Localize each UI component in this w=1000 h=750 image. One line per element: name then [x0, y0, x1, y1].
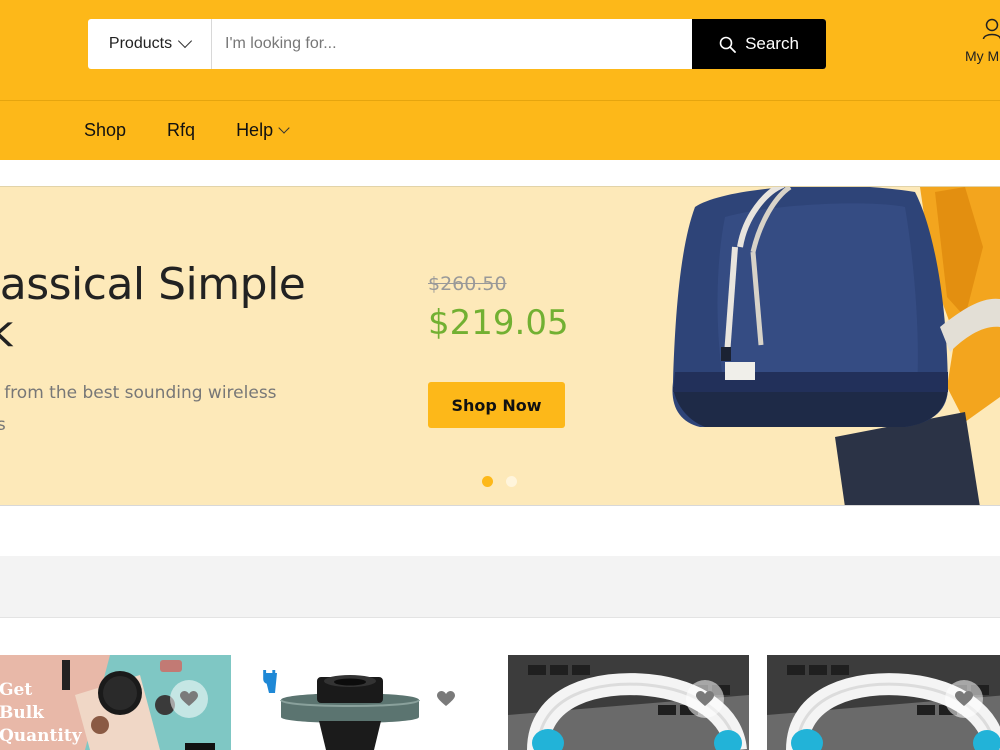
category-select[interactable]: Products: [88, 19, 212, 69]
user-icon: [982, 18, 1000, 40]
heart-icon: [955, 691, 973, 706]
main-nav: Shop Rfq Help: [0, 100, 1000, 160]
search-button[interactable]: Search: [692, 19, 826, 69]
page: Products Search My M Shop: [0, 0, 1000, 750]
product-card[interactable]: [508, 655, 749, 750]
product-banner-text: Get Bulk Quantity: [0, 680, 82, 746]
nav-item-label: Shop: [84, 120, 127, 140]
section-divider-band: [0, 556, 1000, 618]
nav-item-label: Help: [236, 120, 274, 140]
wishlist-button[interactable]: [427, 680, 465, 718]
nav-item-help[interactable]: Help: [236, 120, 290, 141]
wishlist-button[interactable]: [170, 680, 208, 718]
wishlist-button[interactable]: [945, 680, 983, 718]
shop-now-button[interactable]: Shop Now: [428, 382, 565, 428]
account-label: My M: [965, 48, 1000, 64]
hero-title: lassical Simple k: [0, 259, 306, 355]
product-card[interactable]: [767, 655, 1000, 750]
top-header: Products Search My M: [0, 0, 1000, 100]
backpack-image: [672, 187, 1000, 505]
search-bar: Products Search: [88, 19, 826, 69]
search-icon: [719, 36, 736, 53]
chevron-down-icon: [278, 122, 290, 134]
nav-item-label: Rfq: [167, 120, 196, 140]
product-card[interactable]: Get Bulk Quantity: [0, 655, 231, 750]
nav-item-rfq[interactable]: Rfq: [167, 120, 195, 141]
product-card[interactable]: U: [249, 655, 490, 750]
search-input[interactable]: [212, 19, 692, 69]
heart-icon: [180, 691, 198, 706]
account-link[interactable]: My M: [962, 18, 1000, 68]
slider-dot[interactable]: [506, 476, 517, 487]
slider-dot-active[interactable]: [482, 476, 493, 487]
sale-price: $219.05: [428, 303, 569, 343]
search-button-label: Search: [745, 34, 799, 53]
heart-icon: [437, 691, 455, 706]
old-price: $260.50: [428, 273, 507, 295]
wishlist-button[interactable]: [686, 680, 724, 718]
category-select-label: Products: [108, 35, 173, 52]
hero-description: d from the best sounding wireless ss: [0, 383, 277, 435]
chevron-down-icon: [177, 33, 193, 49]
nav-item-shop[interactable]: Shop: [84, 120, 126, 141]
hero-slider: lassical Simple k d from the best soundi…: [0, 186, 1000, 506]
heart-icon: [696, 691, 714, 706]
brand-logo-text: U: [262, 667, 277, 689]
